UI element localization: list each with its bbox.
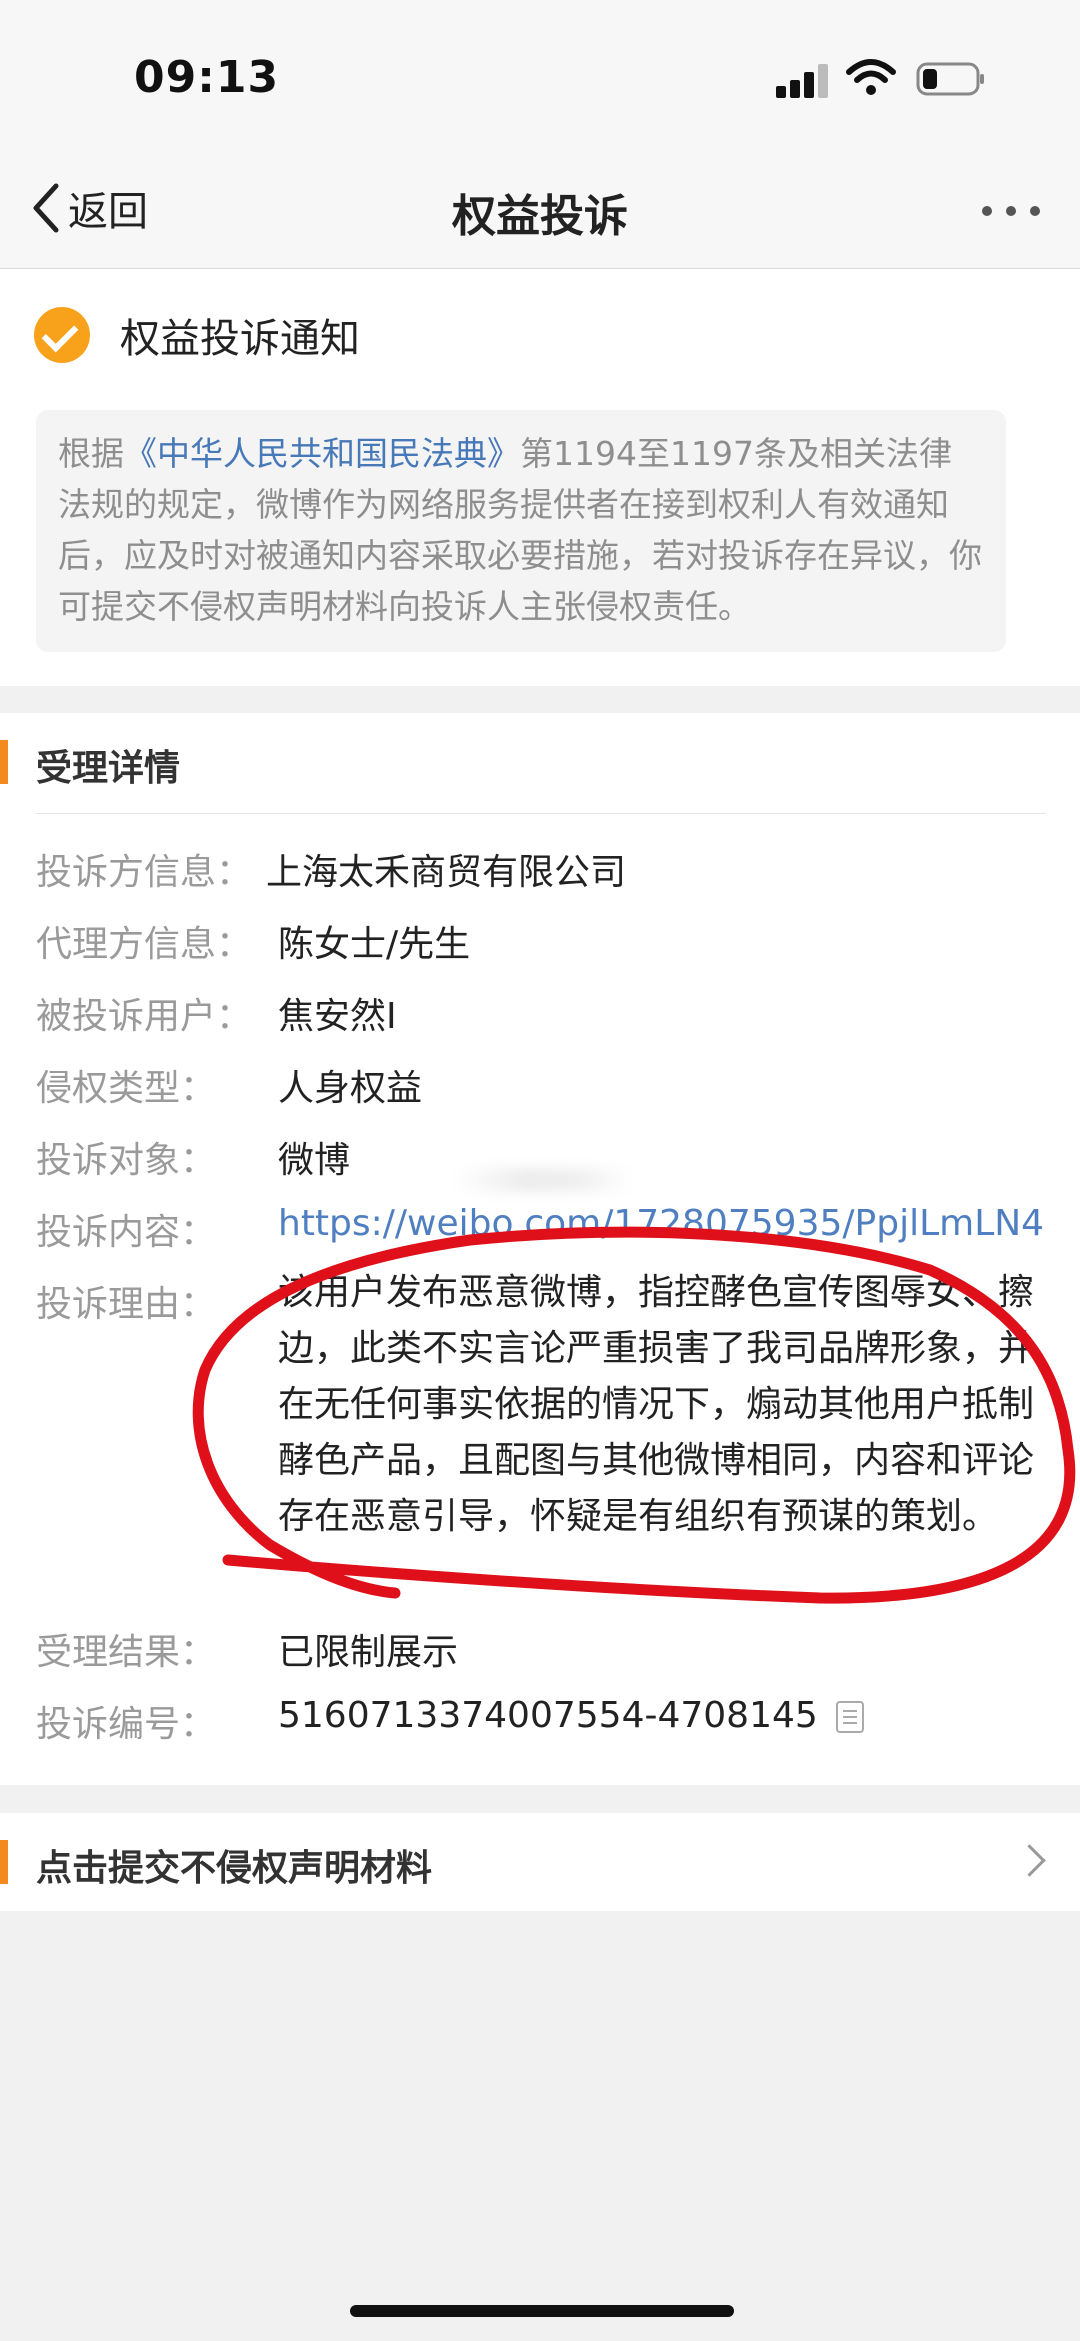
- status-time: 09:13: [134, 52, 280, 103]
- section-accent-bar: [0, 740, 8, 784]
- row-label: 侵权类型：: [36, 1068, 217, 1109]
- home-indicator[interactable]: [350, 2305, 734, 2317]
- signal-icon: [776, 62, 832, 98]
- page-title: 权益投诉: [452, 191, 628, 242]
- law-link[interactable]: 《中华人民共和国民法典》: [124, 434, 520, 473]
- redaction-blur: [455, 1168, 630, 1192]
- row-value: 焦安然I: [278, 996, 397, 1037]
- row-value: 微博: [278, 1140, 351, 1181]
- notice-header: 权益投诉通知: [34, 305, 360, 365]
- row-label: 被投诉用户：: [36, 996, 253, 1037]
- check-circle-icon: [34, 307, 90, 363]
- divider: [36, 813, 1046, 814]
- status-bar: 09:13: [0, 0, 1080, 150]
- notice-title: 权益投诉通知: [120, 316, 360, 362]
- copy-icon[interactable]: [835, 1701, 864, 1733]
- details-section: 受理详情 投诉方信息： 上海太禾商贸有限公司 代理方信息： 陈女士/先生 被投诉…: [0, 713, 1080, 1785]
- notice-section: 权益投诉通知 根据《中华人民共和国民法典》第1194至1197条及相关法律法规的…: [0, 269, 1080, 686]
- complaint-id: 5160713374007554-4708145: [278, 1695, 818, 1736]
- section-accent-bar: [0, 1840, 8, 1884]
- row-value: 5160713374007554-4708145: [278, 1695, 864, 1736]
- details-section-title: 受理详情: [36, 748, 181, 789]
- submit-counter-notice-row[interactable]: 点击提交不侵权声明材料: [0, 1813, 1080, 1911]
- content-link[interactable]: https://weibo.com/1728075935/PpjlLmLN4: [278, 1203, 1044, 1244]
- row-label: 投诉编号：: [36, 1704, 217, 1745]
- row-label: 投诉内容：: [36, 1212, 217, 1253]
- row-label: 投诉对象：: [36, 1140, 217, 1181]
- row-value: 已限制展示: [278, 1632, 459, 1673]
- wifi-icon: [846, 59, 896, 95]
- more-icon[interactable]: [976, 204, 1046, 218]
- notice-text: 根据《中华人民共和国民法典》第1194至1197条及相关法律法规的规定，微博作为…: [36, 410, 1006, 652]
- notice-text-prefix: 根据: [58, 434, 124, 473]
- row-label: 受理结果：: [36, 1632, 217, 1673]
- chevron-right-icon: [1013, 1844, 1046, 1877]
- battery-icon: [916, 62, 984, 96]
- row-label: 投诉理由：: [36, 1284, 217, 1325]
- row-label: 投诉方信息：: [36, 852, 253, 893]
- row-value: 上海太禾商贸有限公司: [266, 852, 627, 893]
- row-value: 人身权益: [278, 1068, 423, 1109]
- submit-counter-notice-label: 点击提交不侵权声明材料: [36, 1848, 433, 1889]
- nav-bar: 返回 权益投诉: [0, 150, 1080, 269]
- row-value: 陈女士/先生: [278, 924, 471, 965]
- reason-text: 该用户发布恶意微博，指控酵色宣传图辱女、擦边，此类不实言论严重损害了我司品牌形象…: [278, 1272, 1035, 1537]
- row-label: 代理方信息：: [36, 924, 253, 965]
